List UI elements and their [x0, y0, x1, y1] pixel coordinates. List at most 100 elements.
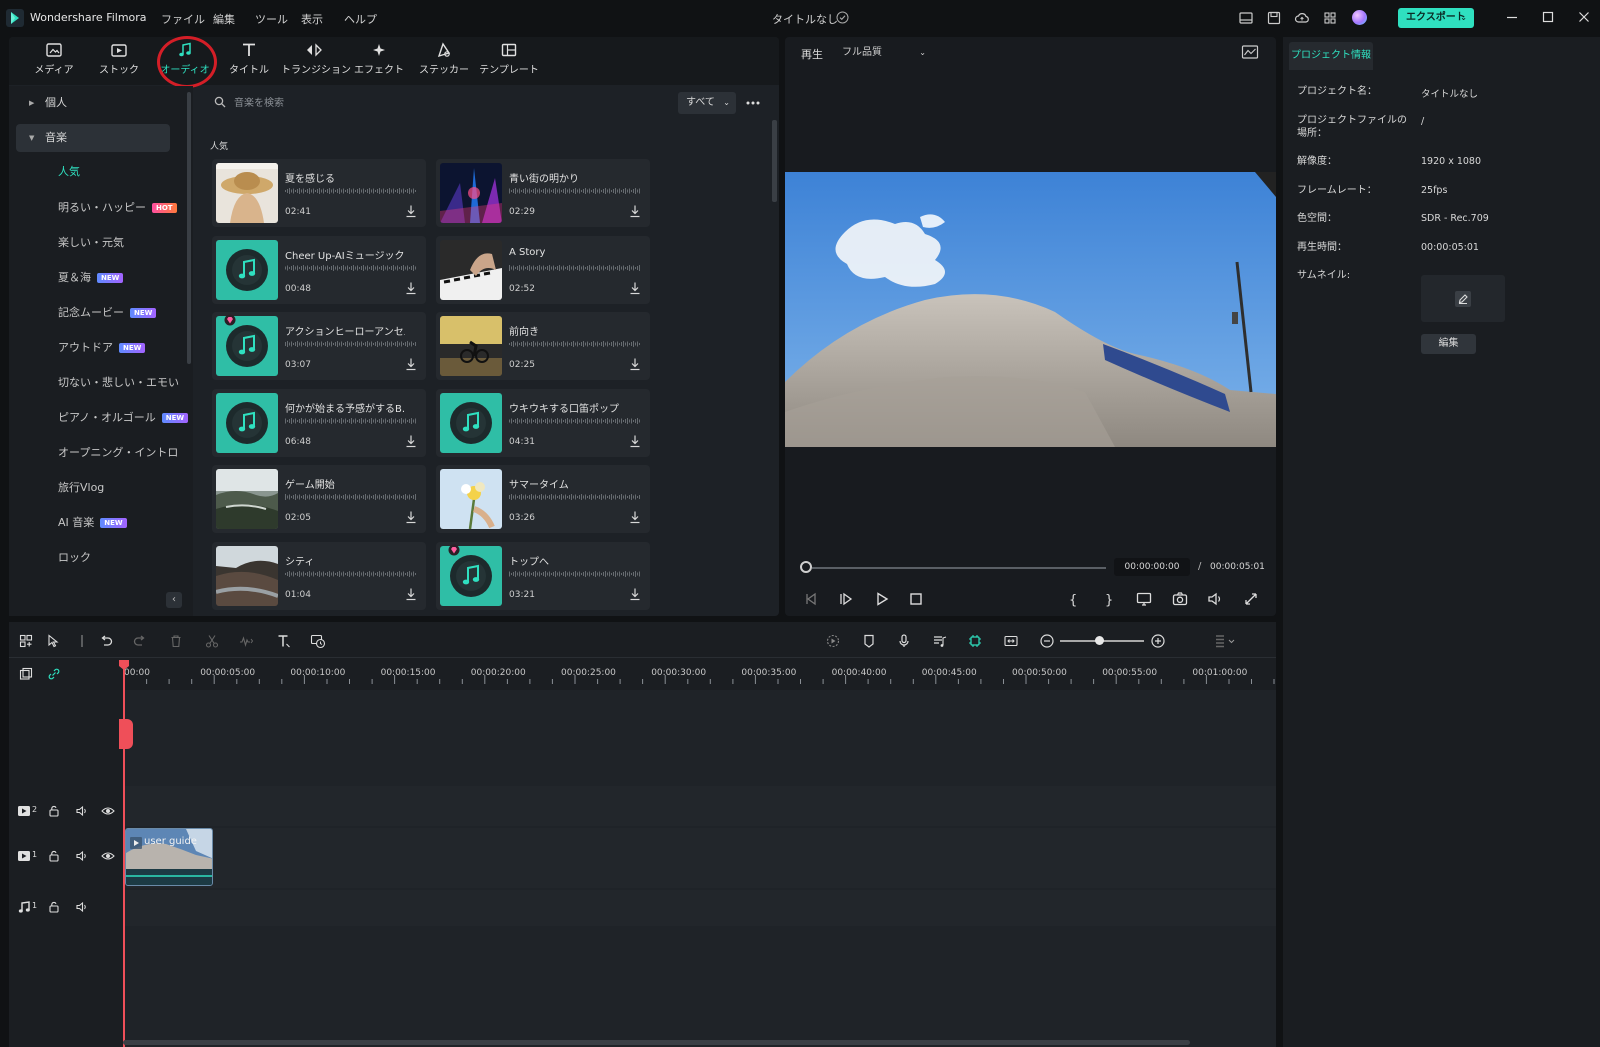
more-options-icon[interactable] [744, 96, 762, 110]
music-track-card[interactable]: トップへ 03:21 [436, 542, 650, 610]
timeline-horizontal-scrollbar[interactable] [123, 1040, 1190, 1045]
sidebar-category-item[interactable]: オープニング・イントロ [58, 445, 178, 461]
track-volume-icon[interactable] [75, 849, 89, 863]
layout-icon[interactable] [1238, 10, 1254, 26]
music-track-card[interactable]: Cheer Up-AIミュージック 00:48 [212, 236, 426, 304]
export-button[interactable]: エクスポート ⌄ [1398, 8, 1474, 28]
video-scope-icon[interactable] [1241, 44, 1259, 60]
music-track-card[interactable]: 何かが始まる予感がするB... 06:48 [212, 389, 426, 457]
download-icon[interactable] [629, 281, 641, 295]
add-track-icon[interactable] [19, 667, 33, 681]
link-icon[interactable] [47, 667, 61, 681]
zoom-slider-handle[interactable] [1095, 636, 1104, 645]
menu-edit[interactable]: 編集 [213, 11, 235, 27]
download-icon[interactable] [405, 434, 417, 448]
close-icon[interactable] [1576, 9, 1592, 25]
music-track-card[interactable]: シティ 01:04 [212, 542, 426, 610]
zoom-in-icon[interactable] [1150, 633, 1166, 649]
visibility-eye-icon[interactable] [101, 804, 115, 818]
download-icon[interactable] [629, 357, 641, 371]
play-selection-icon[interactable] [837, 590, 855, 608]
playhead-drag-tab[interactable] [119, 719, 133, 749]
music-track-card[interactable]: アクションヒーローアンセム 03:07 [212, 312, 426, 380]
music-grid-scrollbar[interactable] [772, 120, 777, 202]
category-personal[interactable]: ▶ 個人 [16, 89, 170, 117]
layout-grid-icon[interactable] [18, 633, 34, 649]
music-track-card[interactable]: ウキウキする口笛ポップ 04:31 [436, 389, 650, 457]
sidebar-category-item[interactable]: アウトドア NEW [58, 340, 146, 356]
microphone-icon[interactable] [896, 633, 912, 649]
menu-view[interactable]: 表示 [301, 11, 323, 27]
menu-help[interactable]: ヘルプ [344, 11, 377, 27]
collapse-sidebar-button[interactable]: ‹ [166, 592, 182, 608]
download-icon[interactable] [405, 510, 417, 524]
volume-icon[interactable] [1206, 590, 1224, 608]
track-volume-icon[interactable] [75, 804, 89, 818]
download-icon[interactable] [629, 434, 641, 448]
lock-icon[interactable] [47, 849, 61, 863]
track-options-icon[interactable] [1213, 633, 1235, 649]
previous-frame-icon[interactable] [802, 590, 820, 608]
split-scissors-icon[interactable] [204, 633, 220, 649]
display-icon[interactable] [1135, 590, 1153, 608]
download-icon[interactable] [405, 587, 417, 601]
user-avatar[interactable] [1352, 10, 1367, 25]
seek-handle[interactable] [800, 561, 812, 573]
minimize-icon[interactable] [1504, 9, 1520, 25]
fit-width-icon[interactable] [1003, 633, 1019, 649]
marker-shield-icon[interactable] [861, 633, 877, 649]
tab-media[interactable]: メディア [21, 42, 87, 82]
audio-list-icon[interactable] [932, 633, 948, 649]
visibility-eye-icon[interactable] [101, 849, 115, 863]
tab-templates[interactable]: テンプレート [476, 42, 542, 82]
delete-trash-icon[interactable] [168, 633, 184, 649]
filter-dropdown[interactable]: すべて ⌄ [678, 92, 736, 114]
preview-video-frame[interactable] [785, 172, 1276, 447]
lock-icon[interactable] [47, 900, 61, 914]
cloud-icon[interactable] [1294, 10, 1310, 26]
menu-tools[interactable]: ツール [255, 11, 288, 27]
sidebar-category-item[interactable]: 記念ムービー NEW [58, 305, 157, 321]
tab-stock[interactable]: ストック [86, 42, 152, 82]
speed-timer-icon[interactable] [310, 633, 326, 649]
search-input[interactable] [234, 93, 654, 113]
zoom-out-icon[interactable] [1039, 633, 1055, 649]
sidebar-scrollbar[interactable] [187, 92, 191, 364]
sidebar-category-item[interactable]: 夏＆海 NEW [58, 270, 124, 286]
maximize-icon[interactable] [1540, 9, 1556, 25]
download-icon[interactable] [629, 510, 641, 524]
text-tool-icon[interactable] [276, 633, 292, 649]
undo-icon[interactable] [98, 633, 114, 649]
sidebar-category-item[interactable]: AI 音楽 NEW [58, 515, 127, 531]
edit-pencil-icon[interactable] [1455, 291, 1471, 307]
music-track-card[interactable]: 前向き 02:25 [436, 312, 650, 380]
render-preview-icon[interactable] [825, 633, 841, 649]
sidebar-category-item[interactable]: ロック [58, 550, 91, 566]
sidebar-category-item[interactable]: 切ない・悲しい・エモい [58, 375, 179, 391]
download-icon[interactable] [629, 204, 641, 218]
tab-project-info[interactable]: プロジェクト情報 [1289, 42, 1373, 70]
fullscreen-icon[interactable] [1242, 590, 1260, 608]
sidebar-category-item[interactable]: 楽しい・元気 [58, 235, 124, 251]
music-track-card[interactable]: A Story 02:52 [436, 236, 650, 304]
music-track-card[interactable]: 青い街の明かり 02:29 [436, 159, 650, 227]
video-track-1-lane[interactable] [123, 828, 1276, 888]
sidebar-category-item[interactable]: 明るい・ハッピー HOT [58, 200, 177, 216]
tab-transitions[interactable]: トランジション [281, 42, 351, 82]
menu-file[interactable]: ファイル [161, 11, 205, 27]
apps-grid-icon[interactable] [1322, 10, 1338, 26]
mark-out-icon[interactable]: } [1100, 590, 1118, 608]
sidebar-category-item[interactable]: 旅行Vlog [58, 480, 104, 496]
timeline-video-clip[interactable]: user guide [125, 828, 213, 886]
mark-in-icon[interactable]: { [1064, 590, 1082, 608]
select-arrow-icon[interactable] [46, 633, 62, 649]
save-icon[interactable] [1266, 10, 1282, 26]
sidebar-category-item[interactable]: ピアノ・オルゴール NEW [58, 410, 189, 426]
music-track-card[interactable]: 夏を感じる 02:41 [212, 159, 426, 227]
seek-bar[interactable] [812, 567, 1106, 569]
tab-effects[interactable]: エフェクト [346, 42, 412, 82]
tab-titles[interactable]: タイトル [216, 42, 282, 82]
edit-thumbnail-button[interactable]: 編集 [1421, 334, 1476, 354]
download-icon[interactable] [405, 281, 417, 295]
music-track-card[interactable]: ゲーム開始 02:05 [212, 465, 426, 533]
